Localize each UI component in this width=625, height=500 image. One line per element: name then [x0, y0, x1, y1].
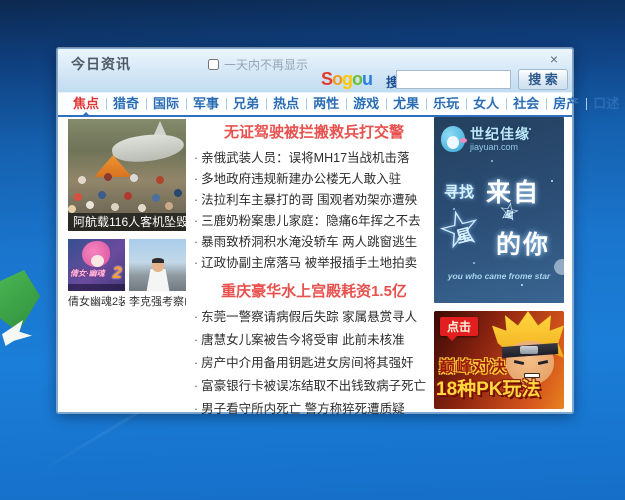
- tab-redian[interactable]: 热点: [266, 94, 308, 114]
- logo-letter: o: [332, 69, 343, 89]
- main-news-image[interactable]: 阿航载116人客机坠毁: [68, 119, 186, 231]
- tab-youguo[interactable]: 尤果: [386, 94, 428, 114]
- naruto-game-ad[interactable]: 点击 巅峰对决 18种PK玩法: [434, 311, 564, 409]
- news-link[interactable]: 男子看守所内死亡 警方称猝死遭质疑: [201, 402, 404, 416]
- news-item: · 法拉利车主暴打的哥 围观者劝架亦遭殃: [192, 189, 436, 210]
- ad-tagline: you who came frome star: [447, 271, 551, 281]
- bullet: ·: [194, 402, 199, 416]
- news-item: · 亲俄武装人员：误将MH17当战机击落: [192, 147, 436, 168]
- news-column: 无证驾驶被拦搬救兵打交警 · 亲俄武装人员：误将MH17当战机击落 · 多地政府违规…: [192, 121, 436, 421]
- naruto-headband-plate: [520, 346, 538, 354]
- tab-junshi[interactable]: 军事: [186, 94, 228, 114]
- banner-strip: [68, 284, 125, 291]
- category-tabs: 焦点 猎奇 国际 军事 兄弟 热点 两性 游戏 尤果 乐玩 女人 社会 房产 口…: [58, 93, 619, 117]
- thumbnail-game-ad[interactable]: 倩女·幽魂 2: [68, 239, 125, 291]
- tab-nvren[interactable]: 女人: [466, 94, 508, 114]
- jiayuan-logo-row: 世纪佳缘 jiayuan.com: [441, 126, 530, 152]
- bullet: ·: [194, 214, 199, 228]
- news-link[interactable]: 房产中介用备用钥匙进女房间将其强奸: [201, 356, 414, 370]
- bullet: ·: [194, 193, 199, 207]
- tab-xiongdi[interactable]: 兄弟: [226, 94, 268, 114]
- left-image-column: 阿航载116人客机坠毁 倩女·幽魂 2 倩女幽魂2装备.. 李克强考: [68, 119, 186, 309]
- tab-koushu[interactable]: 口述: [586, 94, 625, 114]
- bullet: ·: [194, 310, 199, 324]
- click-badge[interactable]: 点击: [440, 317, 479, 341]
- jiayuan-brand-en: jiayuan.com: [470, 141, 519, 152]
- logo-letter: g: [342, 69, 353, 89]
- jiayuan-brand: 世纪佳缘 jiayuan.com: [470, 127, 530, 152]
- man-hair-shape: [152, 258, 164, 263]
- ad-text-you: 的你: [496, 231, 551, 259]
- window-header: 今日资讯 一天内不再显示 × Sogou 搜狗 搜 索: [58, 49, 572, 93]
- game-logo-text: 倩女·幽魂: [70, 269, 105, 278]
- news-list-bottom: · 东莞一警察请病假后失踪 家属悬赏寻人 · 唐慧女儿案被告今将受审 此前未核准 ·…: [192, 306, 436, 421]
- news-item: · 房产中介用备用钥匙进女房间将其强奸: [192, 352, 436, 375]
- thumb2-caption[interactable]: 李克强考察山东..: [129, 293, 186, 309]
- logo-letter: o: [352, 69, 363, 89]
- bullet: ·: [194, 379, 199, 393]
- bullet: ·: [194, 356, 199, 370]
- jiayuan-dating-ad[interactable]: 世纪佳缘 jiayuan.com 寻找 来自 ☆ 星 ☆ 星 的你 you wh…: [434, 117, 564, 303]
- bullet: ·: [194, 333, 199, 347]
- news-link[interactable]: 三鹿奶粉案患儿家庭：隐痛6年挥之不去: [201, 214, 420, 228]
- news-item: · 暴雨致桥洞积水淹没轿车 两人跳窗逃生: [192, 231, 436, 252]
- search-input[interactable]: [396, 70, 511, 89]
- news-item: · 三鹿奶粉案患儿家庭：隐痛6年挥之不去: [192, 210, 436, 231]
- thumbnail-news[interactable]: [129, 239, 186, 291]
- logo-letter: u: [362, 69, 373, 89]
- content-area: 阿航载116人客机坠毁 倩女·幽魂 2 倩女幽魂2装备.. 李克强考: [58, 117, 572, 416]
- news-link[interactable]: 辽政协副主席落马 被举报插手土地拍卖: [201, 256, 417, 270]
- jiayuan-brand-cn: 世纪佳缘: [470, 125, 530, 142]
- news-link[interactable]: 富豪银行卡被误冻结取不出钱致病子死亡: [201, 379, 426, 393]
- news-link[interactable]: 亲俄武装人员：误将MH17当战机击落: [201, 151, 409, 165]
- crowd-shape: [68, 165, 186, 215]
- tab-youxi[interactable]: 游戏: [346, 94, 388, 114]
- plane-fuselage-shape: [110, 130, 186, 166]
- game-ad-line2: 18种PK玩法: [436, 379, 541, 400]
- tab-fangchan[interactable]: 房产: [546, 94, 588, 114]
- man-shirt-shape: [146, 269, 170, 291]
- news-link[interactable]: 暴雨致桥洞积水淹没轿车 两人跳窗逃生: [201, 235, 417, 249]
- news-link[interactable]: 法拉利车主暴打的哥 围观者劝架亦遭殃: [201, 193, 417, 207]
- bullet: ·: [194, 256, 199, 270]
- search-row: Sogou 搜狗 搜 索: [58, 69, 572, 93]
- news-item: · 男子看守所内死亡 警方称猝死遭质疑: [192, 398, 436, 421]
- search-button[interactable]: 搜 索: [518, 69, 568, 90]
- jiayuan-mascot-icon: [441, 126, 467, 152]
- thumb1-caption[interactable]: 倩女幽魂2装备..: [68, 293, 125, 309]
- anime-face-shape: [91, 255, 104, 267]
- news-item: · 富豪银行卡被误冻结取不出钱致病子死亡: [192, 375, 436, 398]
- logo-letter: S: [321, 69, 333, 89]
- bullet: ·: [194, 172, 199, 186]
- tab-shehui[interactable]: 社会: [506, 94, 548, 114]
- tab-guoji[interactable]: 国际: [146, 94, 188, 114]
- sogou-logo: Sogou: [321, 69, 373, 90]
- news-item: · 辽政协副主席落马 被举报插手土地拍卖: [192, 252, 436, 273]
- news-item: · 多地政府违规新建办公楼无人敢入驻: [192, 168, 436, 189]
- game-logo-number: 2: [112, 263, 122, 282]
- news-link[interactable]: 唐慧女儿案被告今将受审 此前未核准: [201, 333, 404, 347]
- bullet: ·: [194, 235, 199, 249]
- news-link[interactable]: 东莞一警察请病假后失踪 家属悬赏寻人: [201, 310, 417, 324]
- thumbnail-row: 倩女·幽魂 2: [68, 239, 186, 291]
- news-item: · 东莞一警察请病假后失踪 家属悬赏寻人: [192, 306, 436, 329]
- news-link[interactable]: 多地政府违规新建办公楼无人敢入驻: [201, 172, 401, 186]
- thumbnail-captions: 倩女幽魂2装备.. 李克强考察山东..: [68, 293, 186, 309]
- headline-bottom[interactable]: 重庆豪华水上宫殿耗资1.5亿: [192, 280, 436, 301]
- news-item: · 唐慧女儿案被告今将受审 此前未核准: [192, 329, 436, 352]
- ad-column: 世纪佳缘 jiayuan.com 寻找 来自 ☆ 星 ☆ 星 的你 you wh…: [434, 117, 564, 409]
- tab-liangxing[interactable]: 两性: [306, 94, 348, 114]
- news-list-top: · 亲俄武装人员：误将MH17当战机击落 · 多地政府违规新建办公楼无人敢入驻 · 法…: [192, 147, 436, 273]
- tab-lieqi[interactable]: 猎奇: [106, 94, 148, 114]
- headline-top[interactable]: 无证驾驶被拦搬救兵打交警: [192, 121, 436, 142]
- close-icon[interactable]: ×: [545, 52, 563, 68]
- news-popup-window: 今日资讯 一天内不再显示 × Sogou 搜狗 搜 索 焦点 猎奇 国际 军事 …: [57, 48, 619, 416]
- tab-jiaodian[interactable]: 焦点: [66, 94, 108, 116]
- main-image-caption[interactable]: 阿航载116人客机坠毁: [68, 213, 186, 231]
- bullet: ·: [194, 151, 199, 165]
- tab-lewan[interactable]: 乐玩: [426, 94, 468, 114]
